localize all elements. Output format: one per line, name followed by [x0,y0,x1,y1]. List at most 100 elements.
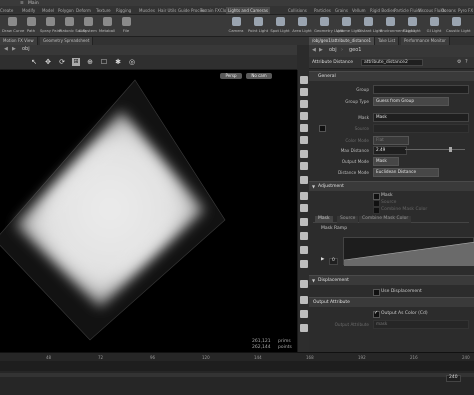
camera-menu[interactable]: No cam [246,73,272,79]
subtab-combine[interactable]: Combine Mask Color [359,216,412,223]
tab-performance-monitor[interactable]: Performance Monitor [401,37,450,45]
shelf-tool-button[interactable]: Geometry Light [314,17,344,33]
wireframe-icon[interactable] [300,100,308,108]
path-context[interactable]: obj [329,48,337,53]
color-mode-menu[interactable]: Flat [373,136,409,145]
output-attribute-field[interactable]: mask [373,320,469,329]
help-icon[interactable]: ? [465,60,468,65]
shelf-tab[interactable]: Lights and Cameras [226,7,270,14]
display-options-icon[interactable] [300,76,308,84]
frame-icon[interactable] [300,296,308,304]
shelf-tab[interactable]: Pyro FX [458,8,473,13]
shelf-tool-button[interactable]: Spray Paint [40,17,62,33]
view-tool-icon[interactable]: ☐ [100,58,108,66]
shelf-tool-button[interactable]: Camera [226,17,246,33]
path-node[interactable]: geo1 [349,48,362,53]
shelf-tool-button[interactable]: File [116,17,136,33]
group-type-menu[interactable]: Guess from Group [373,97,449,106]
grid-icon[interactable] [300,246,308,254]
shelf-tab[interactable]: Particles [314,8,331,13]
shelf-tab[interactable]: Hair Utils [158,8,176,13]
scene-viewport[interactable]: Persp No cam 261,121 prims 262,144 point… [0,70,297,352]
shelf-tool-button[interactable]: Point Light [248,17,268,33]
subtab-mask[interactable]: Mask [315,216,333,223]
shelf-tab[interactable]: Collisions [288,8,307,13]
shelf-tool-button[interactable]: Draw Curve [2,17,24,33]
shelf-tab[interactable]: Oceans [441,8,456,13]
subtab-source[interactable]: Source [337,216,359,223]
max-distance-slider-handle[interactable] [449,147,452,152]
gear-icon[interactable]: ⚙ [457,60,461,65]
shelf-tab[interactable]: Texture [96,8,111,13]
adj-combine-checkbox[interactable] [373,207,380,214]
shelf-tab[interactable]: Polygon [58,8,74,13]
shelf-tab[interactable]: Deform [76,8,91,13]
point-display-icon[interactable] [300,124,308,132]
shelf-tab[interactable]: Grains [335,8,348,13]
rotate-tool-icon[interactable]: ⟳ [58,58,66,66]
render-region-icon[interactable] [300,310,308,318]
shelf-tool-button[interactable]: Sky Light [402,17,422,33]
mask-field[interactable]: Mask [373,113,469,122]
max-distance-slider-track[interactable] [405,149,465,150]
timeline-bar[interactable] [0,361,474,371]
ramp-play-icon[interactable]: ▶ [321,257,324,263]
flipbook-icon[interactable] [300,324,308,332]
adj-source-checkbox[interactable] [373,200,380,207]
group-field[interactable] [373,85,469,94]
shading-icon[interactable] [300,112,308,120]
folder-adjustment[interactable]: ▼ Adjustment [309,181,474,191]
shelf-tool-button[interactable]: Metaball [97,17,117,33]
shelf-tab[interactable]: Rigging [116,8,131,13]
transform-tool-icon[interactable]: ✥ [44,58,52,66]
shelf-tool-button[interactable]: L-System [78,17,98,33]
template-icon[interactable] [300,280,308,288]
timeline-range[interactable] [0,373,474,377]
timeline[interactable]: 240 48 72 96 120 144 168 192 216 240 [0,352,474,395]
ghost-icon[interactable] [300,192,308,200]
shelf-tool-button[interactable]: GI Light [424,17,444,33]
light-bulb-icon[interactable] [300,150,308,158]
node-name-field[interactable]: attribute_distance2 [361,59,423,66]
perspective-menu[interactable]: Persp [220,73,242,79]
lighting-icon[interactable] [300,88,308,96]
adj-mask-checkbox[interactable] [373,193,380,200]
shelf-tab[interactable]: Model [42,8,54,13]
camera-icon[interactable] [300,260,308,268]
tab-geometry-spreadsheet[interactable]: Geometry Spreadsheet [40,37,94,45]
select-mode-icon[interactable]: ⊞ [72,58,80,66]
shelf-tool-button[interactable]: Volume Light [336,17,361,33]
shelf-tab[interactable]: Modify [22,8,35,13]
shelf-tool-button[interactable]: Environment Light [380,17,415,33]
shelf-tool-button[interactable]: Path [21,17,41,33]
snapping-icon[interactable]: ◎ [128,58,136,66]
select-tool-icon[interactable]: ↖ [30,58,38,66]
mask-ramp-editor[interactable] [343,237,474,266]
normal-display-icon[interactable] [300,136,308,144]
shelf-tool-button[interactable]: Platonic Solids [59,17,86,33]
link-icon[interactable] [300,232,308,240]
source-field[interactable] [373,124,469,133]
shelf-tab[interactable]: Create [0,8,13,13]
folder-general[interactable]: General [309,71,474,81]
tab-parameters[interactable]: /obj/geo1/attribute_distance1 [309,37,376,45]
view-handle-icon[interactable] [300,176,308,184]
forward-arrow-icon[interactable]: ▶ [12,47,16,52]
output-mode-menu[interactable]: Mask [373,157,399,166]
forward-arrow-icon[interactable]: ▶ [319,48,323,53]
end-frame-field[interactable]: 240 [446,375,461,382]
max-distance-field[interactable]: 2.49 [373,146,407,155]
viewport-path[interactable]: obj [22,47,30,52]
tab-take-list[interactable]: Take List [375,37,400,45]
use-displacement-checkbox[interactable] [373,289,380,296]
output-as-color-checkbox[interactable] [373,310,380,318]
visibility-icon[interactable] [300,204,308,212]
shelf-tool-button[interactable]: Caustic Light [446,17,471,33]
distance-mode-menu[interactable]: Euclidean Distance [373,168,439,177]
tab-motion-fx-view[interactable]: Motion FX View [0,37,38,45]
shelf-tool-button[interactable]: Spot Light [270,17,290,33]
handle-tool-icon[interactable]: ⊕ [86,58,94,66]
shelf-tab[interactable]: Muscles [139,8,155,13]
shelf-tool-button[interactable]: Area Light [292,17,312,33]
pose-tool-icon[interactable]: ✱ [114,58,122,66]
